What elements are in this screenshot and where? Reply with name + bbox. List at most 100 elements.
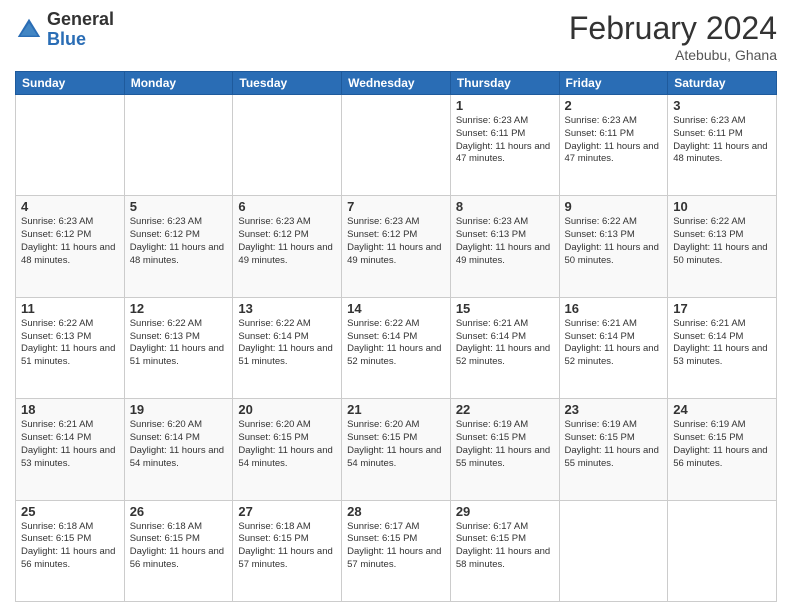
day-info: Sunrise: 6:23 AMSunset: 6:12 PMDaylight:… [130,216,228,267]
day-number: 23 [565,402,663,417]
calendar-cell [124,95,233,196]
day-info: Sunrise: 6:19 AMSunset: 6:15 PMDaylight:… [456,419,554,470]
calendar-cell [233,95,342,196]
calendar-cell [668,500,777,601]
calendar-week-row: 11 Sunrise: 6:22 AMSunset: 6:13 PMDayligh… [16,297,777,398]
calendar-cell: 12Sunrise: 6:22 AMSunset: 6:13 PMDayligh… [124,297,233,398]
calendar-cell: 24 Sunrise: 6:19 AMSunset: 6:15 PMDayligh… [668,399,777,500]
day-info: Sunrise: 6:22 AMSunset: 6:14 PMDaylight:… [238,318,336,369]
day-number: 9 [565,199,663,214]
calendar-cell: 29 Sunrise: 6:17 AMSunset: 6:15 PMDayligh… [450,500,559,601]
day-info: Sunrise: 6:19 AMSunset: 6:15 PMDaylight:… [673,419,771,470]
month-title: February 2024 [569,10,777,47]
calendar-cell: 9Sunrise: 6:22 AMSunset: 6:13 PMDaylight… [559,196,668,297]
calendar-cell: 14 Sunrise: 6:22 AMSunset: 6:14 PMDayligh… [342,297,451,398]
calendar-week-row: 25 Sunrise: 6:18 AMSunset: 6:15 PMDayligh… [16,500,777,601]
day-number: 15 [456,301,554,316]
logo-icon [15,16,43,44]
day-info: Sunrise: 6:18 AMSunset: 6:15 PMDaylight:… [130,521,228,572]
day-number: 12 [130,301,228,316]
day-info: Sunrise: 6:20 AMSunset: 6:15 PMDaylight:… [238,419,336,470]
location: Atebubu, Ghana [569,47,777,63]
day-info: Sunrise: 6:21 AMSunset: 6:14 PMDaylight:… [21,419,119,470]
day-number: 17 [673,301,771,316]
day-number: 14 [347,301,445,316]
day-header-monday: Monday [124,72,233,95]
calendar-cell: 5Sunrise: 6:23 AMSunset: 6:12 PMDaylight… [124,196,233,297]
day-header-tuesday: Tuesday [233,72,342,95]
calendar-cell: 22Sunrise: 6:19 AMSunset: 6:15 PMDayligh… [450,399,559,500]
day-info: Sunrise: 6:23 AMSunset: 6:12 PMDaylight:… [21,216,119,267]
day-number: 7 [347,199,445,214]
calendar-cell: 26 Sunrise: 6:18 AMSunset: 6:15 PMDayligh… [124,500,233,601]
title-block: February 2024 Atebubu, Ghana [569,10,777,63]
day-info: Sunrise: 6:23 AMSunset: 6:12 PMDaylight:… [238,216,336,267]
day-info: Sunrise: 6:18 AMSunset: 6:15 PMDaylight:… [238,521,336,572]
day-number: 8 [456,199,554,214]
header: General Blue February 2024 Atebubu, Ghan… [15,10,777,63]
calendar-cell: 23 Sunrise: 6:19 AMSunset: 6:15 PMDayligh… [559,399,668,500]
calendar-cell: 20 Sunrise: 6:20 AMSunset: 6:15 PMDayligh… [233,399,342,500]
calendar-cell: 16 Sunrise: 6:21 AMSunset: 6:14 PMDayligh… [559,297,668,398]
day-info: Sunrise: 6:23 AMSunset: 6:13 PMDaylight:… [456,216,554,267]
day-number: 28 [347,504,445,519]
logo: General Blue [15,10,114,50]
day-info: Sunrise: 6:22 AMSunset: 6:14 PMDaylight:… [347,318,445,369]
calendar-cell: 18 Sunrise: 6:21 AMSunset: 6:14 PMDayligh… [16,399,125,500]
calendar-table: SundayMondayTuesdayWednesdayThursdayFrid… [15,71,777,602]
logo-blue-text: Blue [47,29,86,49]
day-info: Sunrise: 6:22 AMSunset: 6:13 PMDaylight:… [21,318,119,369]
day-number: 29 [456,504,554,519]
day-info: Sunrise: 6:23 AMSunset: 6:12 PMDaylight:… [347,216,445,267]
day-number: 10 [673,199,771,214]
calendar-cell: 11 Sunrise: 6:22 AMSunset: 6:13 PMDayligh… [16,297,125,398]
day-number: 21 [347,402,445,417]
day-number: 24 [673,402,771,417]
calendar-cell [16,95,125,196]
calendar-week-row: 4 Sunrise: 6:23 AMSunset: 6:12 PMDaylight… [16,196,777,297]
day-info: Sunrise: 6:23 AMSunset: 6:11 PMDaylight:… [456,115,554,166]
calendar-cell: 2 Sunrise: 6:23 AMSunset: 6:11 PMDaylight… [559,95,668,196]
day-info: Sunrise: 6:17 AMSunset: 6:15 PMDaylight:… [347,521,445,572]
day-number: 20 [238,402,336,417]
calendar-cell: 25 Sunrise: 6:18 AMSunset: 6:15 PMDayligh… [16,500,125,601]
calendar-cell [559,500,668,601]
calendar-cell: 15 Sunrise: 6:21 AMSunset: 6:14 PMDayligh… [450,297,559,398]
day-info: Sunrise: 6:18 AMSunset: 6:15 PMDaylight:… [21,521,119,572]
day-number: 16 [565,301,663,316]
day-info: Sunrise: 6:22 AMSunset: 6:13 PMDaylight:… [673,216,771,267]
calendar-cell [342,95,451,196]
calendar-cell: 27Sunrise: 6:18 AMSunset: 6:15 PMDayligh… [233,500,342,601]
day-info: Sunrise: 6:19 AMSunset: 6:15 PMDaylight:… [565,419,663,470]
day-info: Sunrise: 6:21 AMSunset: 6:14 PMDaylight:… [456,318,554,369]
day-info: Sunrise: 6:17 AMSunset: 6:15 PMDaylight:… [456,521,554,572]
day-number: 3 [673,98,771,113]
day-header-friday: Friday [559,72,668,95]
calendar-cell: 1 Sunrise: 6:23 AMSunset: 6:11 PMDaylight… [450,95,559,196]
day-info: Sunrise: 6:23 AMSunset: 6:11 PMDaylight:… [565,115,663,166]
day-number: 25 [21,504,119,519]
calendar-cell: 28 Sunrise: 6:17 AMSunset: 6:15 PMDayligh… [342,500,451,601]
calendar-week-row: 18 Sunrise: 6:21 AMSunset: 6:14 PMDayligh… [16,399,777,500]
day-number: 2 [565,98,663,113]
day-number: 1 [456,98,554,113]
day-header-sunday: Sunday [16,72,125,95]
day-number: 18 [21,402,119,417]
day-info: Sunrise: 6:20 AMSunset: 6:15 PMDaylight:… [347,419,445,470]
page: General Blue February 2024 Atebubu, Ghan… [0,0,792,612]
calendar-cell: 3 Sunrise: 6:23 AMSunset: 6:11 PMDaylight… [668,95,777,196]
calendar-cell: 13Sunrise: 6:22 AMSunset: 6:14 PMDayligh… [233,297,342,398]
day-number: 6 [238,199,336,214]
logo-general-text: General [47,9,114,29]
day-info: Sunrise: 6:21 AMSunset: 6:14 PMDaylight:… [565,318,663,369]
calendar-cell: 17 Sunrise: 6:21 AMSunset: 6:14 PMDayligh… [668,297,777,398]
day-number: 11 [21,301,119,316]
calendar-header-row: SundayMondayTuesdayWednesdayThursdayFrid… [16,72,777,95]
day-number: 4 [21,199,119,214]
calendar-cell: 6 Sunrise: 6:23 AMSunset: 6:12 PMDaylight… [233,196,342,297]
calendar-cell: 19Sunrise: 6:20 AMSunset: 6:14 PMDayligh… [124,399,233,500]
calendar-cell: 7 Sunrise: 6:23 AMSunset: 6:12 PMDaylight… [342,196,451,297]
day-number: 26 [130,504,228,519]
day-info: Sunrise: 6:21 AMSunset: 6:14 PMDaylight:… [673,318,771,369]
day-info: Sunrise: 6:23 AMSunset: 6:11 PMDaylight:… [673,115,771,166]
